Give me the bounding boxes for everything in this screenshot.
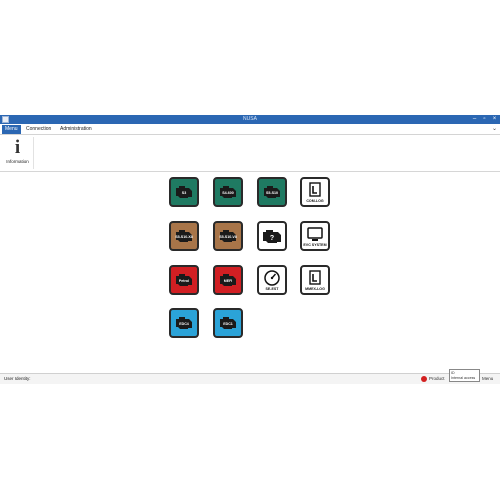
module-tile-label: S5-S10 [266,191,278,195]
module-tile-mmex-log[interactable]: MMEX-LOG [300,265,330,295]
information-button[interactable]: i Information [2,137,34,169]
module-tile-se-est[interactable]: SE-EST [257,265,287,295]
module-tile-com-log[interactable]: COM-LOG [300,177,330,207]
application-window: NUSA – ▫ × Menu Connection Administratio… [0,115,500,384]
module-tile-label: MMEX-LOG [305,287,325,291]
module-tile-s5-s10-x8[interactable]: S5-S10-X8 [169,221,199,251]
module-tile-label: S3 [181,191,187,195]
product-label: Product [429,376,445,381]
module-tile-s3[interactable]: S3 [169,177,199,207]
module-tile-s4-600[interactable]: S4-600 [213,177,243,207]
status-menu-label: Menu [482,376,494,381]
menu-tab-connection[interactable]: Connection [23,125,54,134]
module-tile-label: S4-600 [222,191,234,195]
module-tile-s5-s10[interactable]: S5-S10 [257,177,287,207]
svg-text:?: ? [270,235,274,242]
ribbon: i Information [0,135,500,172]
module-tile-evc-system[interactable]: EVC SYSTEM [300,221,330,251]
connection-status-icon [421,376,427,382]
module-tile-label: EDC4 [179,322,189,326]
minimize-button[interactable]: – [471,116,478,123]
menu-tab-administration[interactable]: Administration [57,125,95,134]
menu-tab-menu[interactable]: Menu [2,125,21,134]
module-grid: S3 S4-600 S5-S10 COM-LOG S5-S10-X8 S5-S10-V8?… [0,172,500,373]
module-tile-label: SE-EST [265,287,279,291]
module-tile-edc4[interactable]: EDC4 [169,308,199,338]
window-title: NUSA [243,116,257,122]
module-tile-label: S5-S10-V8 [219,235,237,239]
module-tile-label: EDC1 [223,322,233,326]
module-tile-mefi[interactable]: MEFI [213,265,243,295]
user-identity-label: User Identity: [4,376,31,381]
module-tile-petrol[interactable]: Petrol [169,265,199,295]
title-bar: NUSA – ▫ × [0,115,500,124]
module-tile-edc1[interactable]: EDC1 [213,308,243,338]
maximize-button[interactable]: ▫ [481,116,488,123]
status-bar: User Identity: Product ID Internal acces… [0,369,500,384]
window-controls: – ▫ × [471,116,498,123]
id-box: ID Internal access [449,369,480,382]
module-tile-label: COM-LOG [306,199,324,203]
chevron-down-icon[interactable]: ⌄ [492,125,497,132]
module-tile-s5-s10-v8[interactable]: S5-S10-V8 [213,221,243,251]
module-tile-label: S5-S10-X8 [175,235,193,239]
module-tile-label: EVC SYSTEM [303,243,327,247]
close-button[interactable]: × [491,116,498,123]
information-label: Information [6,159,29,164]
module-tile-label: Petrol [178,279,190,283]
menu-bar: Menu Connection Administration ⌄ [0,124,500,135]
info-icon: i [14,137,21,158]
module-tile-label: MEFI [223,279,233,283]
id-box-line2: Internal access [451,375,476,380]
module-tile-engine-question-icon[interactable]: ? [257,221,287,251]
